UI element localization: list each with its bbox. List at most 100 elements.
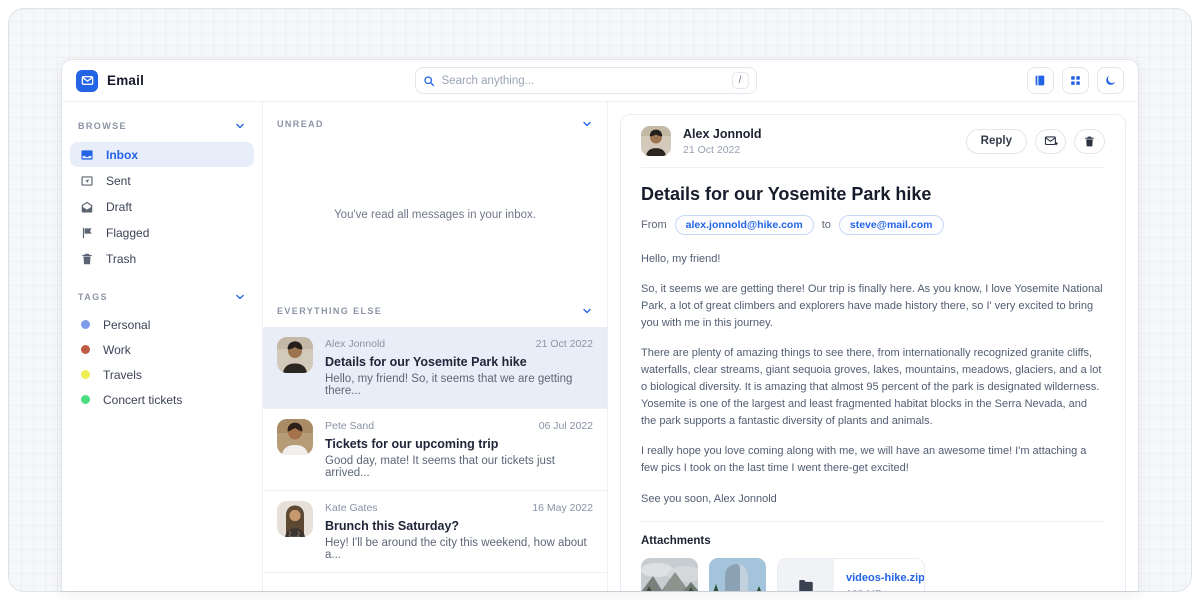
contacts-book-button[interactable]: [1027, 67, 1054, 94]
attachment-file-size: 100 MB: [846, 588, 925, 591]
tag-label: Travels: [103, 368, 142, 382]
avatar: [277, 501, 313, 537]
attachment-file-card[interactable]: videos-hike.zip 100 MB: [777, 558, 925, 591]
everything-else-section-header: EVERYTHING ELSE: [263, 289, 607, 327]
detail-date: 21 Oct 2022: [683, 144, 761, 156]
email-detail-card: Alex Jonnold 21 Oct 2022 Reply Details f…: [620, 114, 1126, 591]
browse-section-title: BROWSE: [78, 121, 127, 131]
browse-section-header: BROWSE: [70, 112, 254, 141]
tag-label: Concert tickets: [103, 393, 182, 407]
sidebar-item-label: Trash: [106, 252, 136, 266]
trash-icon: [80, 252, 94, 266]
unread-empty-state: You've read all messages in your inbox.: [263, 140, 607, 289]
app-brand: Email: [76, 70, 144, 92]
email-sender: Pete Sand: [325, 420, 374, 432]
search-shortcut-badge: /: [732, 72, 749, 89]
reply-button[interactable]: Reply: [966, 129, 1027, 154]
email-sender: Kate Gates: [325, 502, 378, 514]
inbox-icon: [80, 148, 94, 162]
body-paragraph: Hello, my friend!: [641, 251, 1105, 268]
tag-item-travels[interactable]: Travels: [70, 362, 254, 387]
email-sender: Alex Jonnold: [325, 338, 385, 350]
detail-header: Alex Jonnold 21 Oct 2022 Reply: [641, 115, 1105, 168]
browse-collapse-chevron-icon[interactable]: [234, 120, 246, 132]
top-bar: Email /: [62, 60, 1138, 102]
dark-mode-toggle[interactable]: [1097, 67, 1124, 94]
sidebar-item-sent[interactable]: Sent: [70, 168, 254, 193]
unread-collapse-chevron-icon[interactable]: [581, 118, 593, 130]
top-actions: [1027, 67, 1124, 94]
tag-color-dot: [81, 320, 90, 329]
email-detail-panel: Alex Jonnold 21 Oct 2022 Reply Details f…: [608, 102, 1138, 591]
email-preview: Hello, my friend! So, it seems that we a…: [325, 373, 593, 397]
unread-section-header: UNREAD: [263, 102, 607, 140]
delete-email-button[interactable]: [1074, 129, 1105, 154]
search-input[interactable]: [442, 75, 725, 87]
detail-meta-row: From alex.jonnold@hike.com to steve@mail…: [641, 215, 1105, 235]
sidebar-item-flagged[interactable]: Flagged: [70, 220, 254, 245]
email-subject: Tickets for our upcoming trip: [325, 437, 593, 451]
body-paragraph: See you soon, Alex Jonnold: [641, 491, 1105, 508]
email-preview: Good day, mate! It seems that our ticket…: [325, 455, 593, 479]
email-subject: Details for our Yosemite Park hike: [325, 355, 593, 369]
sidebar-item-draft[interactable]: Draft: [70, 194, 254, 219]
tag-color-dot: [81, 345, 90, 354]
app-title: Email: [107, 73, 144, 88]
unread-section-title: UNREAD: [277, 119, 324, 129]
attachment-photo-valley[interactable]: [641, 558, 698, 591]
sidebar-item-label: Sent: [106, 174, 131, 188]
envelope-plus-icon: [1044, 134, 1058, 148]
flag-icon: [80, 226, 94, 240]
email-body: Hello, my friend! So, it seems we are ge…: [641, 251, 1105, 508]
detail-subject: Details for our Yosemite Park hike: [641, 184, 1105, 205]
from-label: From: [641, 219, 667, 231]
email-list-item-alex[interactable]: Alex Jonnold 21 Oct 2022 Details for our…: [263, 327, 607, 409]
sidebar-item-label: Inbox: [106, 148, 138, 162]
apps-grid-button[interactable]: [1062, 67, 1089, 94]
detail-actions: Reply: [966, 129, 1105, 154]
moon-icon: [1104, 74, 1117, 87]
tag-item-personal[interactable]: Personal: [70, 312, 254, 337]
sidebar-item-label: Draft: [106, 200, 132, 214]
search-icon: [423, 75, 435, 87]
to-label: to: [822, 219, 831, 231]
email-app-window: Email / BROWSE: [62, 60, 1138, 591]
attachment-photo-half-dome[interactable]: [709, 558, 766, 591]
search-bar[interactable]: /: [415, 67, 757, 94]
tags-collapse-chevron-icon[interactable]: [234, 291, 246, 303]
folder-icon: [778, 559, 834, 591]
draft-envelope-icon: [80, 200, 94, 214]
email-list-item-kate[interactable]: Kate Gates 16 May 2022 Brunch this Satur…: [263, 491, 607, 573]
forward-email-button[interactable]: [1035, 129, 1066, 154]
tag-label: Work: [103, 343, 131, 357]
tag-color-dot: [81, 395, 90, 404]
tag-item-work[interactable]: Work: [70, 337, 254, 362]
email-list-column: UNREAD You've read all messages in your …: [263, 102, 608, 591]
email-list-item-pete[interactable]: Pete Sand 06 Jul 2022 Tickets for our up…: [263, 409, 607, 491]
attachment-file-name[interactable]: videos-hike.zip: [846, 572, 925, 584]
tag-item-concert-tickets[interactable]: Concert tickets: [70, 387, 254, 412]
detail-sender-name: Alex Jonnold: [683, 127, 761, 141]
sent-icon: [80, 174, 94, 188]
from-email-chip[interactable]: alex.jonnold@hike.com: [675, 215, 814, 235]
email-date: 21 Oct 2022: [536, 338, 593, 350]
attachments-section: Attachments vide: [641, 521, 1105, 591]
email-subject: Brunch this Saturday?: [325, 519, 593, 533]
tags-section-header: TAGS: [70, 283, 254, 312]
grid-icon: [1069, 74, 1082, 87]
body-paragraph: There are plenty of amazing things to se…: [641, 345, 1105, 430]
to-email-chip[interactable]: steve@mail.com: [839, 215, 944, 235]
sidebar-item-trash[interactable]: Trash: [70, 246, 254, 271]
email-date: 06 Jul 2022: [539, 420, 593, 432]
tag-label: Personal: [103, 318, 150, 332]
email-preview: Hey! I'll be around the city this weeken…: [325, 537, 593, 561]
email-date: 16 May 2022: [532, 502, 593, 514]
sidebar: BROWSE Inbox Sent: [62, 102, 263, 591]
sidebar-item-inbox[interactable]: Inbox: [70, 142, 254, 167]
avatar: [277, 419, 313, 455]
avatar: [641, 126, 671, 156]
everything-else-section-title: EVERYTHING ELSE: [277, 306, 382, 316]
everything-else-collapse-chevron-icon[interactable]: [581, 305, 593, 317]
body-paragraph: I really hope you love coming along with…: [641, 443, 1105, 477]
email-logo-icon: [76, 70, 98, 92]
